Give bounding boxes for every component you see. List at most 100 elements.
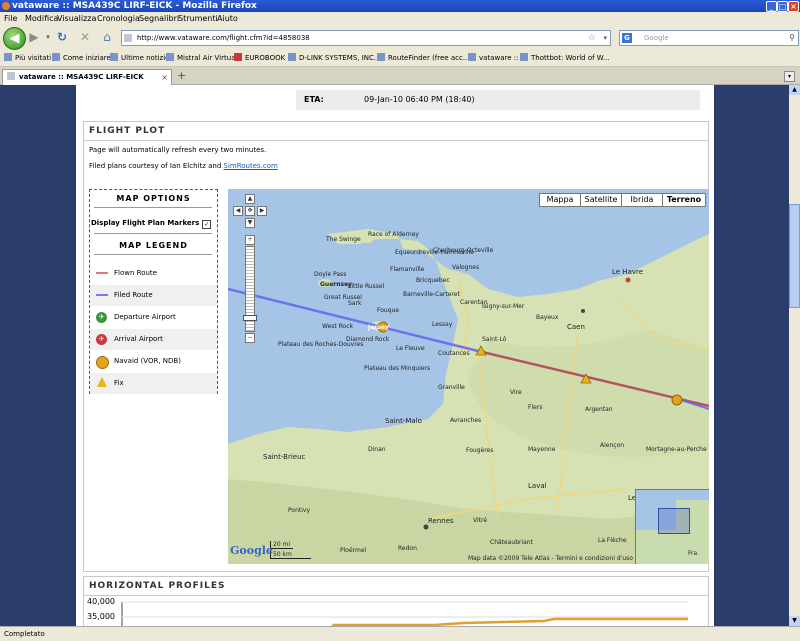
minimap-viewport[interactable] bbox=[658, 508, 690, 534]
map-type-mappa[interactable]: Mappa bbox=[539, 193, 581, 207]
map-label: Avranches bbox=[450, 417, 482, 424]
map-type-ibrida[interactable]: Ibrida bbox=[621, 193, 663, 207]
forward-button[interactable]: ▶ bbox=[27, 30, 41, 44]
menu-strumenti[interactable]: Strumenti bbox=[178, 12, 218, 26]
eta-value: 09-Jan-10 06:40 PM (18:40) bbox=[364, 95, 475, 104]
map-copyright: Map data ©2009 Tele Atlas - Termini e co… bbox=[468, 555, 633, 562]
search-engine-icon[interactable]: G bbox=[622, 33, 632, 43]
bookmark-item[interactable]: Come iniziare bbox=[52, 50, 111, 66]
search-placeholder: Google bbox=[644, 34, 669, 42]
overview-minimap[interactable]: Fra bbox=[635, 489, 709, 564]
url-dropdown-icon[interactable]: ▾ bbox=[603, 31, 607, 45]
pan-up-icon[interactable]: ▲ bbox=[245, 194, 255, 204]
altitude-profile-chart: 40,000 35,000 bbox=[84, 595, 708, 626]
pan-down-icon[interactable]: ▼ bbox=[245, 218, 255, 228]
scale-km: 50 km bbox=[270, 551, 311, 559]
menu-file[interactable]: File bbox=[4, 12, 17, 26]
bookmark-item[interactable]: Mistral Air Virtual bbox=[166, 50, 237, 66]
map-label: West Rock bbox=[322, 323, 354, 330]
map-label: Redon bbox=[398, 545, 417, 552]
site-favicon bbox=[124, 34, 132, 42]
bookmark-icon bbox=[4, 53, 12, 61]
map-label: Barneville-Carteret bbox=[403, 291, 460, 298]
simroutes-link[interactable]: SimRoutes.com bbox=[224, 162, 278, 170]
map-label: Ploërmel bbox=[340, 547, 367, 554]
search-box[interactable]: G Google ⚲ bbox=[619, 30, 799, 46]
map-label: Alençon bbox=[600, 442, 625, 449]
scroll-down-icon[interactable]: ▼ bbox=[789, 616, 800, 626]
home-icon[interactable]: ⌂ bbox=[100, 30, 114, 44]
back-button[interactable]: ◀ bbox=[3, 27, 26, 50]
map-label: Saint-Lô bbox=[482, 336, 507, 343]
close-tab-icon[interactable]: × bbox=[161, 70, 168, 85]
menu-segnalibri[interactable]: Segnalibri bbox=[139, 12, 179, 26]
pan-left-icon[interactable]: ◀ bbox=[233, 206, 243, 216]
scroll-up-icon[interactable]: ▲ bbox=[789, 85, 800, 95]
map-label: Coutances bbox=[438, 350, 470, 357]
eta-label: ETA: bbox=[304, 95, 324, 104]
map-label: Valognes bbox=[452, 264, 480, 271]
search-icon[interactable]: ⚲ bbox=[789, 31, 795, 45]
pan-center-icon[interactable]: ✥ bbox=[245, 206, 255, 216]
bookmark-item[interactable]: vataware :: bbox=[468, 50, 518, 66]
bookmark-icon bbox=[468, 53, 476, 61]
display-markers-label: Display Flight Plan Markers bbox=[91, 219, 200, 227]
legend-departure-airport: ✈ Departure Airport bbox=[90, 307, 217, 328]
bookmark-star-icon[interactable]: ☆ bbox=[588, 31, 596, 45]
maximize-button[interactable]: □ bbox=[777, 1, 788, 12]
map-label: Mayenne bbox=[528, 446, 556, 453]
route-map[interactable]: Mappa Satellite Ibrida Terreno ▲ ◀ ✥ ▶ ▼… bbox=[228, 189, 709, 564]
legend-arrival-airport: ✈ Arrival Airport bbox=[90, 329, 217, 350]
map-label: Saint-Malo bbox=[385, 417, 422, 425]
zoom-in-icon[interactable]: + bbox=[245, 235, 255, 245]
menu-bar: File Modifica Visualizza Cronologia Segn… bbox=[0, 12, 800, 26]
tab-list-icon[interactable]: ▾ bbox=[784, 71, 795, 82]
new-tab-icon[interactable]: + bbox=[177, 69, 186, 82]
menu-visualizza[interactable]: Visualizza bbox=[57, 12, 96, 26]
tab-favicon bbox=[7, 72, 15, 80]
map-type-satellite[interactable]: Satellite bbox=[580, 193, 622, 207]
map-label: Rennes bbox=[428, 517, 454, 525]
menu-aiuto[interactable]: Aiuto bbox=[217, 12, 238, 26]
map-label: Châteaubriant bbox=[490, 539, 533, 546]
display-markers-checkbox[interactable]: ✓ bbox=[202, 220, 212, 229]
legend-filed-route: Filed Route bbox=[90, 285, 217, 306]
menu-modifica[interactable]: Modifica bbox=[25, 12, 58, 26]
bookmark-icon bbox=[288, 53, 296, 61]
bookmark-item[interactable]: RouteFinder (free acc... bbox=[377, 50, 470, 66]
zoom-slider-thumb[interactable] bbox=[243, 315, 257, 321]
map-label: Laval bbox=[528, 482, 547, 490]
tab-vataware[interactable]: vataware :: MSA439C LIRF-EICK × bbox=[2, 69, 172, 85]
display-markers-option[interactable]: Display Flight Plan Markers ✓ bbox=[91, 219, 212, 229]
menu-cronologia[interactable]: Cronologia bbox=[97, 12, 140, 26]
map-label: Caen bbox=[567, 323, 585, 331]
map-label: Le Havre bbox=[612, 268, 644, 276]
horizontal-profiles-section: HORIZONTAL PROFILES 40,000 35,000 bbox=[83, 576, 709, 626]
close-button[interactable]: × bbox=[788, 1, 799, 12]
minimize-button[interactable]: _ bbox=[766, 1, 777, 12]
bookmark-item[interactable]: D-LINK SYSTEMS, INC... bbox=[288, 50, 381, 66]
map-label: Dinan bbox=[368, 446, 386, 453]
stop-icon[interactable]: ✕ bbox=[78, 30, 92, 44]
profile-plot bbox=[120, 601, 688, 626]
refresh-note: Page will automatically refresh every tw… bbox=[89, 146, 267, 154]
history-dropdown-icon[interactable]: ▾ bbox=[41, 30, 55, 44]
bookmark-item[interactable]: Thottbot: World of W... bbox=[520, 50, 610, 66]
map-type-terreno[interactable]: Terreno bbox=[662, 193, 706, 207]
vertical-scrollbar[interactable]: ▲ ▼ bbox=[789, 85, 800, 626]
map-label: Sark bbox=[348, 300, 362, 307]
zoom-out-icon[interactable]: − bbox=[245, 333, 255, 343]
reload-icon[interactable]: ↻ bbox=[55, 30, 69, 44]
map-label: Flamanville bbox=[390, 266, 425, 273]
map-label: Mortagne-au-Perche bbox=[646, 446, 707, 453]
map-label: Isigny-sur-Mer bbox=[482, 303, 525, 310]
bookmark-item[interactable]: Ultime notizie bbox=[110, 50, 169, 66]
legend-flown-route: Flown Route bbox=[90, 263, 217, 284]
scrollbar-thumb[interactable] bbox=[789, 204, 800, 308]
address-bar[interactable]: http://www.vataware.com/flight.cfm?id=48… bbox=[121, 30, 611, 46]
bookmark-item[interactable]: Più visitati bbox=[4, 50, 51, 66]
bookmark-item[interactable]: EUROBOOK bbox=[234, 50, 285, 66]
scale-mi: 20 mi bbox=[270, 541, 293, 549]
map-label: Vire bbox=[510, 389, 522, 396]
pan-right-icon[interactable]: ▶ bbox=[257, 206, 267, 216]
